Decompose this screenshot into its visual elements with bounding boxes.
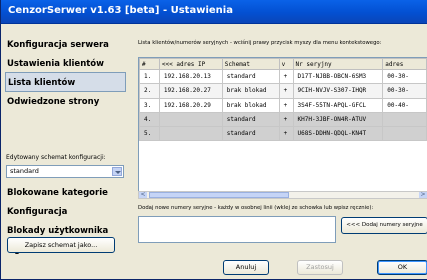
col-header-schema[interactable]: Schemat <box>221 58 280 70</box>
left-panel: Konfiguracja serwera Ustawienia klientów… <box>5 35 126 257</box>
table-cell: D17T-NJBB-OBCN-6SM3 <box>292 68 384 85</box>
clients-instructions: Lista klientów/numerów seryjnych - wciśn… <box>138 40 382 46</box>
add-serials-button[interactable]: <<< Dodaj numery seryjne <box>341 217 427 234</box>
table-row[interactable]: 1. 192.168.20.13 standard + D17T-NJBB-OB… <box>139 68 427 85</box>
table-header-row: # <<< adres IP Schemat v Nr seryjny adre… <box>139 58 427 70</box>
table-row[interactable]: 5. standard + U68S-DDHN-QDQL-KN4T <box>139 126 427 142</box>
scroll-left-icon[interactable]: < <box>139 192 147 198</box>
table-row[interactable]: 4. standard + KH7H-3JBF-ON4R-ATUV <box>139 111 427 128</box>
nav-item-visited-pages[interactable]: Odwiedzone strony <box>5 92 126 112</box>
table-cell: 3S4F-55TN-APQL-GFCL <box>292 97 384 113</box>
table-cell: brak blokad <box>221 97 280 113</box>
table-cell <box>158 126 223 142</box>
schema-select[interactable]: standard <box>6 165 124 178</box>
table-cell: standard <box>221 126 280 142</box>
table-cell: KH7H-3JBF-ON4R-ATUV <box>292 111 384 128</box>
table-cell: 192.168.20.27 <box>158 83 223 99</box>
table-cell: 00-40- <box>382 97 427 113</box>
table-cell: brak blokad <box>221 83 280 99</box>
table-cell: U68S-DDHN-QDQL-KN4T <box>292 126 384 142</box>
table-row[interactable]: 2. 192.168.20.27 brak blokad + 9CIH-NVJV… <box>139 83 427 99</box>
table-cell: 9CIH-NVJV-S307-IHQR <box>292 83 384 99</box>
table-cell <box>382 126 427 142</box>
table-cell: + <box>278 68 294 85</box>
table-cell: 1. <box>139 68 160 85</box>
table-cell <box>382 111 427 128</box>
table-cell: 5. <box>139 126 160 142</box>
table-cell: + <box>278 126 294 142</box>
schema-value: standard <box>10 167 39 175</box>
table-cell: 4. <box>139 111 160 128</box>
table-cell: 192.168.20.29 <box>158 97 223 113</box>
window-title: CenzorSerwer v1.63 [beta] - Ustawienia <box>8 5 233 16</box>
table-cell: 192.168.20.13 <box>158 68 223 85</box>
table-cell: standard <box>221 111 280 128</box>
apply-button[interactable]: Zastosuj <box>297 260 343 275</box>
nav-item-client-list[interactable]: Lista klientów <box>5 72 126 92</box>
col-header-serial[interactable]: Nr seryjny <box>292 58 384 70</box>
nav-item-client-settings[interactable]: Ustawienia klientów <box>5 54 126 74</box>
serials-instructions: Dodaj nowe numery seryjne - każdy w osob… <box>138 205 374 211</box>
table-cell: + <box>278 83 294 99</box>
col-header-v[interactable]: v <box>278 58 294 70</box>
nav-item-server-config[interactable]: Konfiguracja serwera <box>5 35 126 55</box>
table-cell: 3. <box>139 97 160 113</box>
table-cell: + <box>278 111 294 128</box>
horizontal-scrollbar[interactable]: < > <box>138 191 427 199</box>
nav-item-configuration[interactable]: Konfiguracja <box>5 202 126 222</box>
scroll-right-icon[interactable]: > <box>419 192 427 198</box>
table-cell: 00-30- <box>382 83 427 99</box>
table-cell: 2. <box>139 83 160 99</box>
settings-window: CenzorSerwer v1.63 [beta] - Ustawienia K… <box>0 0 427 280</box>
table-cell: + <box>278 97 294 113</box>
table-cell: 00-30- <box>382 68 427 85</box>
cancel-button[interactable]: Anuluj <box>223 260 269 275</box>
col-header-address[interactable]: adres <box>382 58 427 70</box>
chevron-down-icon[interactable] <box>112 167 122 176</box>
col-header-number[interactable]: # <box>139 58 160 70</box>
table-cell <box>158 111 223 128</box>
title-bar: CenzorSerwer v1.63 [beta] - Ustawienia <box>1 0 427 24</box>
ok-button[interactable]: OK <box>377 260 427 275</box>
save-schema-button[interactable]: Zapisz schemat jako... <box>7 237 115 253</box>
nav-item-blocked-categories[interactable]: Blokowane kategorie <box>5 183 126 203</box>
table-cell: standard <box>221 68 280 85</box>
serial-numbers-input[interactable] <box>138 216 336 243</box>
clients-table[interactable]: # <<< adres IP Schemat v Nr seryjny adre… <box>138 57 427 194</box>
table-row[interactable]: 3. 192.168.20.29 brak blokad + 3S4F-55TN… <box>139 97 427 113</box>
schema-label: Edytowany schemat konfiguracji: <box>6 154 106 161</box>
scrollbar-thumb[interactable] <box>149 192 289 198</box>
col-header-ip[interactable]: <<< adres IP <box>158 58 223 70</box>
